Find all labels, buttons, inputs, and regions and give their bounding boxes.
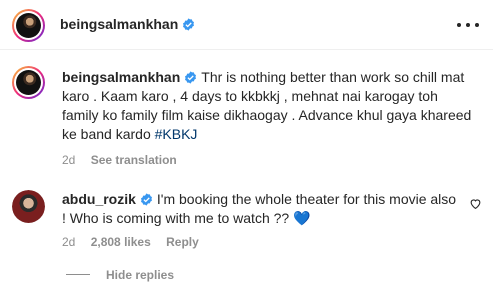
- caption-time: 2d: [62, 153, 76, 167]
- header-username-row[interactable]: beingsalmankhan: [60, 16, 195, 32]
- more-options-icon[interactable]: [457, 16, 479, 34]
- reply-likes[interactable]: 2,808 likes: [91, 235, 151, 249]
- hide-replies-button[interactable]: Hide replies: [66, 268, 174, 282]
- see-translation-button[interactable]: See translation: [91, 153, 177, 167]
- caption-meta: 2d See translation: [62, 153, 189, 167]
- hashtag-link[interactable]: #KBKJ: [155, 126, 198, 142]
- reply-meta: 2d 2,808 likes Reply: [62, 235, 211, 249]
- verified-badge-icon: [183, 18, 195, 31]
- blue-heart-emoji: 💙: [293, 210, 311, 226]
- reply-time: 2d: [62, 235, 76, 249]
- post-header: beingsalmankhan: [0, 0, 493, 50]
- reply-username[interactable]: abdu_rozik: [62, 191, 136, 207]
- hide-replies-label[interactable]: Hide replies: [106, 268, 174, 282]
- caption-avatar[interactable]: [12, 66, 45, 99]
- heart-icon[interactable]: [469, 197, 482, 210]
- caption-text: beingsalmankhan Thr is nothing better tha…: [62, 68, 472, 144]
- verified-badge-icon: [140, 193, 152, 206]
- verified-badge-icon: [185, 71, 197, 84]
- reply-text: abdu_rozik I'm booking the whole theater …: [62, 190, 462, 228]
- profile-avatar[interactable]: [12, 9, 45, 42]
- reply-button[interactable]: Reply: [166, 235, 199, 249]
- reply-avatar[interactable]: [12, 190, 45, 223]
- caption-username[interactable]: beingsalmankhan: [62, 69, 180, 85]
- header-username[interactable]: beingsalmankhan: [60, 16, 178, 32]
- divider-line: [66, 274, 90, 276]
